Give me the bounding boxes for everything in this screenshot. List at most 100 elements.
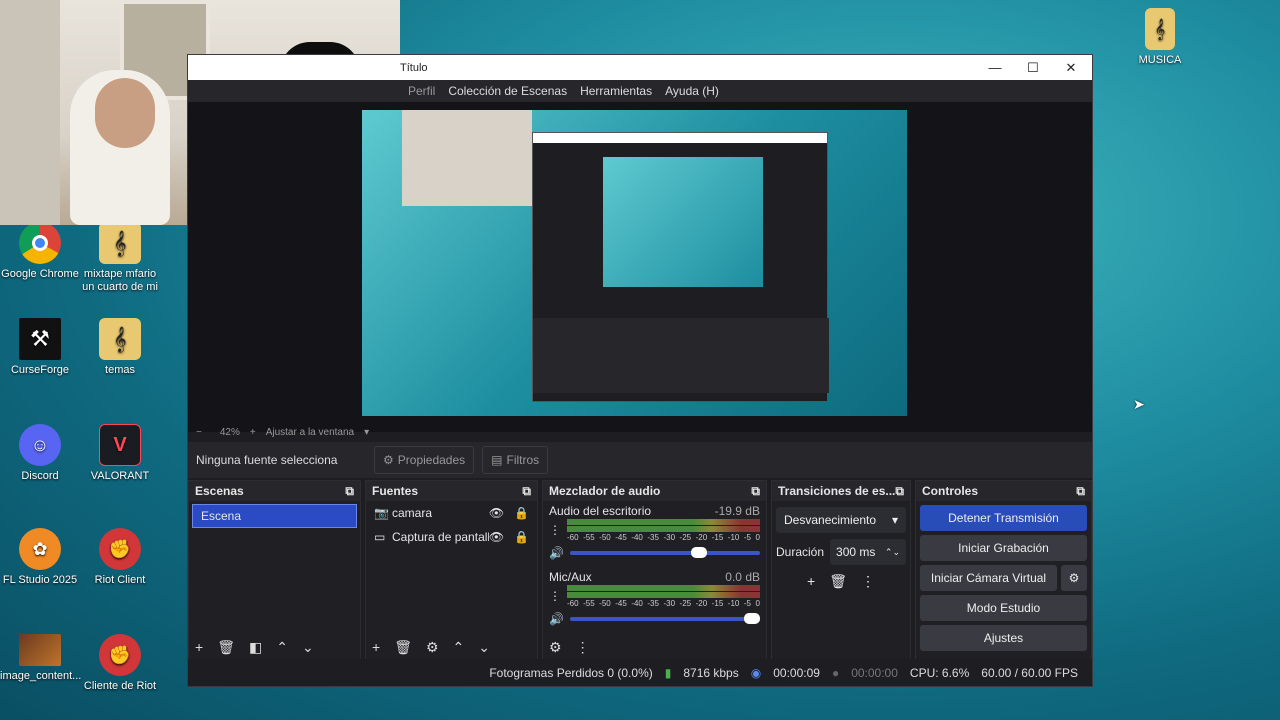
desktop-icon-riot-client[interactable]: ✊ Riot Client [80,528,160,587]
trash-icon[interactable]: 🗑 [829,573,847,590]
meter-ticks: -60 -55 -50 -45 -40 -35 -30 -25 -20 -15 -10 -5 0 [567,533,760,542]
sources-title: Fuentes [372,484,419,498]
desktop-icon-label: Cliente de Riot [83,680,157,692]
kebab-menu-icon[interactable]: ⋮ [549,589,561,603]
gear-icon[interactable]: ⚙ [549,639,562,656]
settings-button[interactable]: Ajustes [920,625,1087,651]
desktop-icon-label: image_content... [0,670,82,682]
desktop-icon-cliente-riot[interactable]: ✊ Cliente de Riot [80,634,160,693]
desktop-icon-label: mixtape mfario un cuarto de mi [82,268,158,293]
start-recording-button[interactable]: Iniciar Grabación [920,535,1087,561]
curseforge-icon: ⚒ [19,318,61,360]
person-left-face [95,78,155,148]
scene-item[interactable]: Escena [192,504,357,528]
source-item[interactable]: 📷 camara 👁 🔒 [366,501,537,525]
eye-icon[interactable]: 👁 [489,506,504,520]
zoom-in-button[interactable]: + [250,427,256,438]
desktop-icon-temas[interactable]: 𝄞 temas [80,318,160,377]
scenes-toolbar: + 🗑 ◧ ⌃ ⌄ [189,634,360,660]
duration-row: Duración 300 ms ⌃⌄ [772,539,910,565]
stop-streaming-button[interactable]: Detener Transmisión [920,505,1087,531]
broadcast-icon: ◉ [750,665,762,680]
duration-label: Duración [776,545,825,559]
minimize-button[interactable]: — [976,55,1014,80]
add-icon[interactable]: + [807,573,815,590]
duration-input[interactable]: 300 ms ⌃⌄ [830,539,906,565]
arrow-down-icon[interactable]: ⌄ [302,639,314,656]
record-icon: ● [831,665,840,680]
folder-icon: 𝄞 [1145,8,1175,50]
zoom-out-button[interactable]: − [196,427,202,438]
studio-mode-button[interactable]: Modo Estudio [920,595,1087,621]
speaker-icon[interactable]: 🔊 [549,546,564,560]
volume-slider[interactable] [569,547,760,558]
window-frame [0,0,60,225]
sources-dock: Fuentes ⧉ 📷 camara 👁 🔒 ▭ Captura de panta… [365,480,538,661]
speaker-icon[interactable]: 🔊 [549,612,564,626]
trash-icon[interactable]: 🗑 [394,639,412,656]
properties-label: Propiedades [397,453,466,467]
desktop-icon-label: Riot Client [94,574,146,586]
gear-icon[interactable]: ⚙ [1061,565,1087,591]
preview-canvas[interactable] [362,110,907,416]
menu-ayuda[interactable]: Ayuda (H) [665,84,719,98]
transition-select[interactable]: Desvanecimiento ▾ [776,507,906,533]
add-icon[interactable]: + [195,639,203,655]
filter-icon[interactable]: ◧ [249,639,262,656]
desktop-icon-discord[interactable]: ☺ Discord [0,424,80,483]
eye-icon[interactable]: 👁 [489,530,504,544]
add-icon[interactable]: + [372,639,380,655]
menu-herramientas[interactable]: Herramientas [580,84,652,98]
nested-obs-preview [532,132,829,402]
start-virtual-camera-button[interactable]: Iniciar Cámara Virtual [920,565,1057,591]
desktop-icon-musica[interactable]: 𝄞 MUSICA [1120,8,1200,67]
status-bar: Fotogramas Perdidos 0 (0.0%) ▮ 8716 kbps… [188,659,1092,686]
menu-perfil[interactable]: Perfil [408,84,435,98]
kebab-menu-icon[interactable]: ⋮ [576,639,590,656]
lock-icon[interactable]: 🔒 [514,530,529,544]
undock-icon[interactable]: ⧉ [1076,484,1085,499]
desktop-icon-mixtape[interactable]: 𝄞 mixtape mfario un cuarto de mi [80,222,160,294]
transition-toolbar: + 🗑 ⋮ [772,573,910,590]
arrow-up-icon[interactable]: ⌃ [276,639,288,656]
arrow-down-icon[interactable]: ⌄ [478,639,490,656]
properties-button[interactable]: ⚙ Propiedades [374,446,475,474]
menu-bar: Perfil Colección de Escenas Herramientas… [188,80,1092,102]
undock-icon[interactable]: ⧉ [895,484,904,499]
desktop-icon-curseforge[interactable]: ⚒ CurseForge [0,318,80,377]
desktop-icon-flstudio[interactable]: ✿ FL Studio 2025 [0,528,80,587]
volume-slider[interactable] [569,613,760,624]
desktop-icon-valorant[interactable]: V VALORANT [80,424,160,483]
spinner-icon[interactable]: ⌃⌄ [885,547,900,558]
slider-knob[interactable] [744,613,760,624]
desktop-icon-chrome[interactable]: Google Chrome [0,222,80,281]
desktop-icon-image-content[interactable]: image_content... [0,634,82,683]
channel-name: Mic/Aux [549,570,592,584]
filters-button[interactable]: ▤ Filtros [482,446,549,474]
menu-coleccion-escenas[interactable]: Colección de Escenas [448,84,567,98]
gear-icon[interactable]: ⚙ [426,639,439,656]
lock-icon[interactable]: 🔒 [514,506,529,520]
desktop-icon-label: Google Chrome [1,268,79,280]
close-button[interactable]: ✕ [1052,55,1090,80]
chevron-down-icon[interactable]: ▾ [364,427,369,438]
window-title: Título [400,61,428,74]
arrow-up-icon[interactable]: ⌃ [453,639,465,656]
volume-meter [567,592,760,598]
trash-icon[interactable]: 🗑 [217,639,235,656]
kebab-menu-icon[interactable]: ⋮ [861,573,875,590]
nested-docks [533,318,829,393]
discord-icon: ☺ [19,424,61,466]
undock-icon[interactable]: ⧉ [522,484,531,499]
channel-db: 0.0 dB [725,570,760,584]
undock-icon[interactable]: ⧉ [345,484,354,499]
fit-to-window[interactable]: Ajustar a la ventana [266,427,354,438]
source-item[interactable]: ▭ Captura de pantalla 👁 🔒 [366,525,537,549]
undock-icon[interactable]: ⧉ [751,484,760,499]
nested-webcam [402,110,532,206]
scenes-dock: Escenas ⧉ Escena + 🗑 ◧ ⌃ ⌄ [188,480,361,661]
maximize-button[interactable]: ☐ [1014,55,1052,80]
slider-knob[interactable] [690,547,707,558]
kebab-menu-icon[interactable]: ⋮ [549,523,561,537]
filters-label: Filtros [506,453,540,467]
